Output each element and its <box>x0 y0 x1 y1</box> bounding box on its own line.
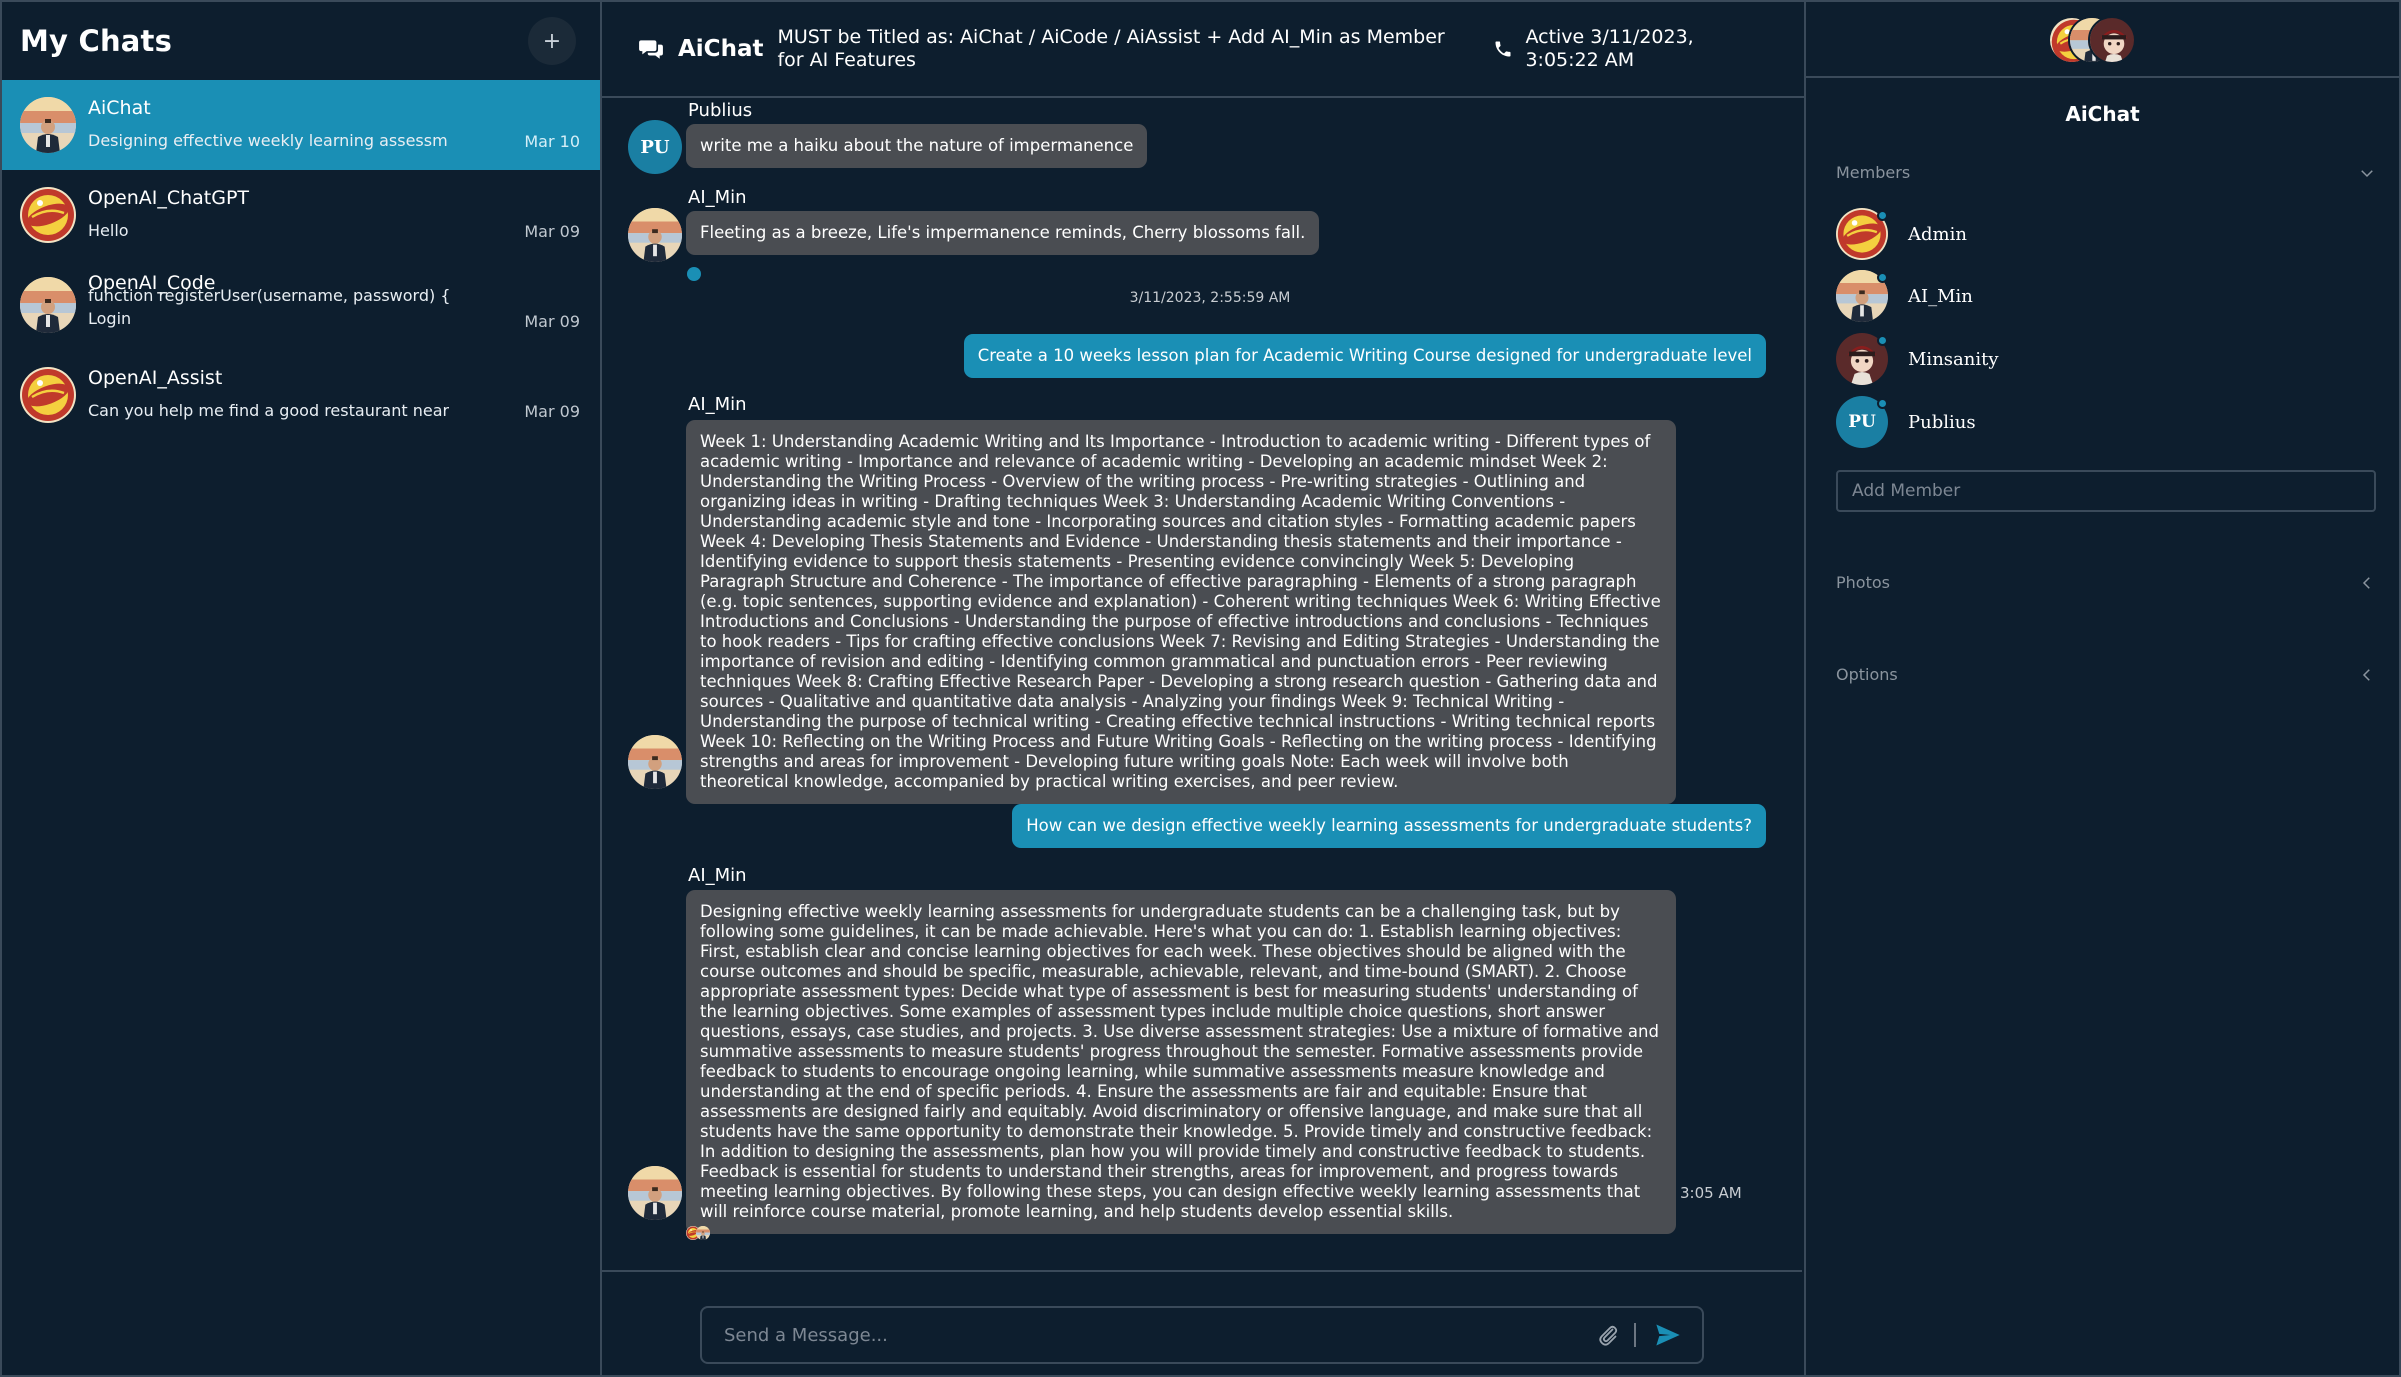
chat-name: OpenAI_Assist <box>88 367 223 389</box>
avatar <box>20 187 76 243</box>
member-admin[interactable]: Admin <box>1836 207 1967 261</box>
chevron-left-icon <box>2362 668 2370 681</box>
message-bubble: Week 1: Understanding Academic Writing a… <box>686 420 1676 804</box>
member-name: AI_Min <box>1908 285 1973 307</box>
member-minsanity[interactable]: Minsanity <box>1836 332 1999 386</box>
message-bubble: write me a haiku about the nature of imp… <box>686 124 1148 168</box>
avatar <box>2088 16 2136 64</box>
message-bubble: Fleeting as a breeze, Life's impermanenc… <box>686 211 1320 255</box>
paperclip-icon[interactable] <box>1596 1323 1620 1347</box>
send-icon[interactable] <box>1654 1321 1682 1349</box>
chat-name: AiChat <box>88 97 151 119</box>
add-member-input[interactable] <box>1836 470 2376 512</box>
avatar[interactable] <box>628 208 682 262</box>
read-receipt-avatars <box>686 1226 712 1240</box>
timestamp: 3/11/2023, 2:55:59 AM <box>1129 290 1291 306</box>
chat-description: MUST be Titled as: AiChat / AiCode / AiA… <box>777 26 1445 71</box>
message-sender: AI_Min <box>688 394 747 415</box>
avatar: PU <box>1836 396 1888 448</box>
message-sender: AI_Min <box>688 187 747 208</box>
chevron-down-icon <box>2361 169 2373 177</box>
online-indicator <box>1877 398 1888 409</box>
chevron-left-icon <box>2362 576 2370 589</box>
section-label: Options <box>1836 665 1898 684</box>
chat-date: Mar 10 <box>524 132 580 151</box>
avatar <box>20 277 76 333</box>
chat-sidebar: My Chats + AiChat Designing effective we… <box>2 2 602 1375</box>
avatar <box>1836 270 1888 322</box>
online-indicator <box>1877 272 1888 283</box>
chat-date: Mar 09 <box>524 402 580 421</box>
message-bubble: Designing effective weekly learning asse… <box>686 890 1676 1234</box>
options-section-toggle[interactable]: Options <box>1836 665 2376 684</box>
avatar-initials: PU <box>1848 412 1876 432</box>
chat-details-panel: AiChat Members Admin AI_Min Minsanity PU… <box>1806 2 2399 1375</box>
message-sender: AI_Min <box>688 865 747 886</box>
message-bubble-outgoing: Create a 10 weeks lesson plan for Academ… <box>963 334 1766 378</box>
online-indicator <box>1877 210 1888 221</box>
message-time: 3:05 AM <box>1680 1184 1742 1202</box>
chat-date: Mar 09 <box>524 222 580 241</box>
chat-list-item-aichat[interactable]: AiChat Designing effective weekly learni… <box>2 80 600 170</box>
chat-header: AiChat MUST be Titled as: AiChat / AiCod… <box>602 2 1804 98</box>
chat-list: AiChat Designing effective weekly learni… <box>2 80 600 440</box>
avatar[interactable]: PU <box>628 120 682 174</box>
chat-name: OpenAI_ChatGPT <box>88 187 250 209</box>
read-receipt-dot <box>687 267 701 281</box>
chat-list-item-openai-code[interactable]: OpenAI_Code function registerUser(userna… <box>2 260 600 350</box>
member-publius[interactable]: PU Publius <box>1836 395 1976 449</box>
avatar <box>20 367 76 423</box>
message-input[interactable] <box>724 1324 1596 1346</box>
message-list: Publius PU write me a haiku about the na… <box>602 98 1802 1270</box>
app-window: My Chats + AiChat Designing effective we… <box>0 0 2401 1377</box>
photos-section-toggle[interactable]: Photos <box>1836 573 2376 592</box>
avatar <box>1836 333 1888 385</box>
chat-preview: Can you help me find a good restaurant n… <box>88 401 450 420</box>
avatar <box>20 97 76 153</box>
avatar[interactable] <box>628 1166 682 1220</box>
panel-title: AiChat <box>2065 102 2140 126</box>
avatar-initials: PU <box>640 136 670 158</box>
avatar <box>1836 208 1888 260</box>
section-label: Photos <box>1836 573 1890 592</box>
section-label: Members <box>1836 163 1911 182</box>
sidebar-title: My Chats <box>20 24 173 58</box>
member-ai-min[interactable]: AI_Min <box>1836 269 1973 323</box>
composer-bar <box>602 1270 1802 1377</box>
chat-date: Mar 09 <box>524 312 580 331</box>
divider <box>1806 76 2399 78</box>
chat-status: Active 3/11/2023, 3:05:22 AM <box>1525 26 1694 71</box>
chat-list-item-openai-assist[interactable]: OpenAI_Assist Can you help me find a goo… <box>2 350 600 440</box>
chat-main: AiChat MUST be Titled as: AiChat / AiCod… <box>602 2 1806 1375</box>
plus-icon: + <box>542 28 562 54</box>
sidebar-header: My Chats + <box>2 2 600 80</box>
chat-preview-code: function registerUser(username, password… <box>88 286 451 305</box>
member-name: Publius <box>1908 411 1976 433</box>
avatar[interactable] <box>628 735 682 789</box>
message-composer <box>700 1306 1704 1364</box>
chat-bubbles-icon <box>639 40 663 59</box>
message-bubble-outgoing: How can we design effective weekly learn… <box>1012 804 1766 848</box>
chat-preview: Login <box>88 309 132 328</box>
chat-title: AiChat <box>678 36 764 62</box>
chat-list-item-openai-chatgpt[interactable]: OpenAI_ChatGPT Hello Mar 09 <box>2 170 600 260</box>
member-name: Admin <box>1908 223 1967 245</box>
chat-preview: Designing effective weekly learning asse… <box>88 131 448 150</box>
online-indicator <box>1877 335 1888 346</box>
members-section-toggle[interactable]: Members <box>1836 163 2376 182</box>
member-name: Minsanity <box>1908 348 1999 370</box>
phone-icon[interactable] <box>1493 39 1513 59</box>
chat-preview: Hello <box>88 221 129 240</box>
composer-divider <box>1634 1323 1636 1347</box>
message-sender: Publius <box>688 100 753 121</box>
new-chat-button[interactable]: + <box>528 17 576 65</box>
group-avatars[interactable] <box>2048 16 2158 66</box>
